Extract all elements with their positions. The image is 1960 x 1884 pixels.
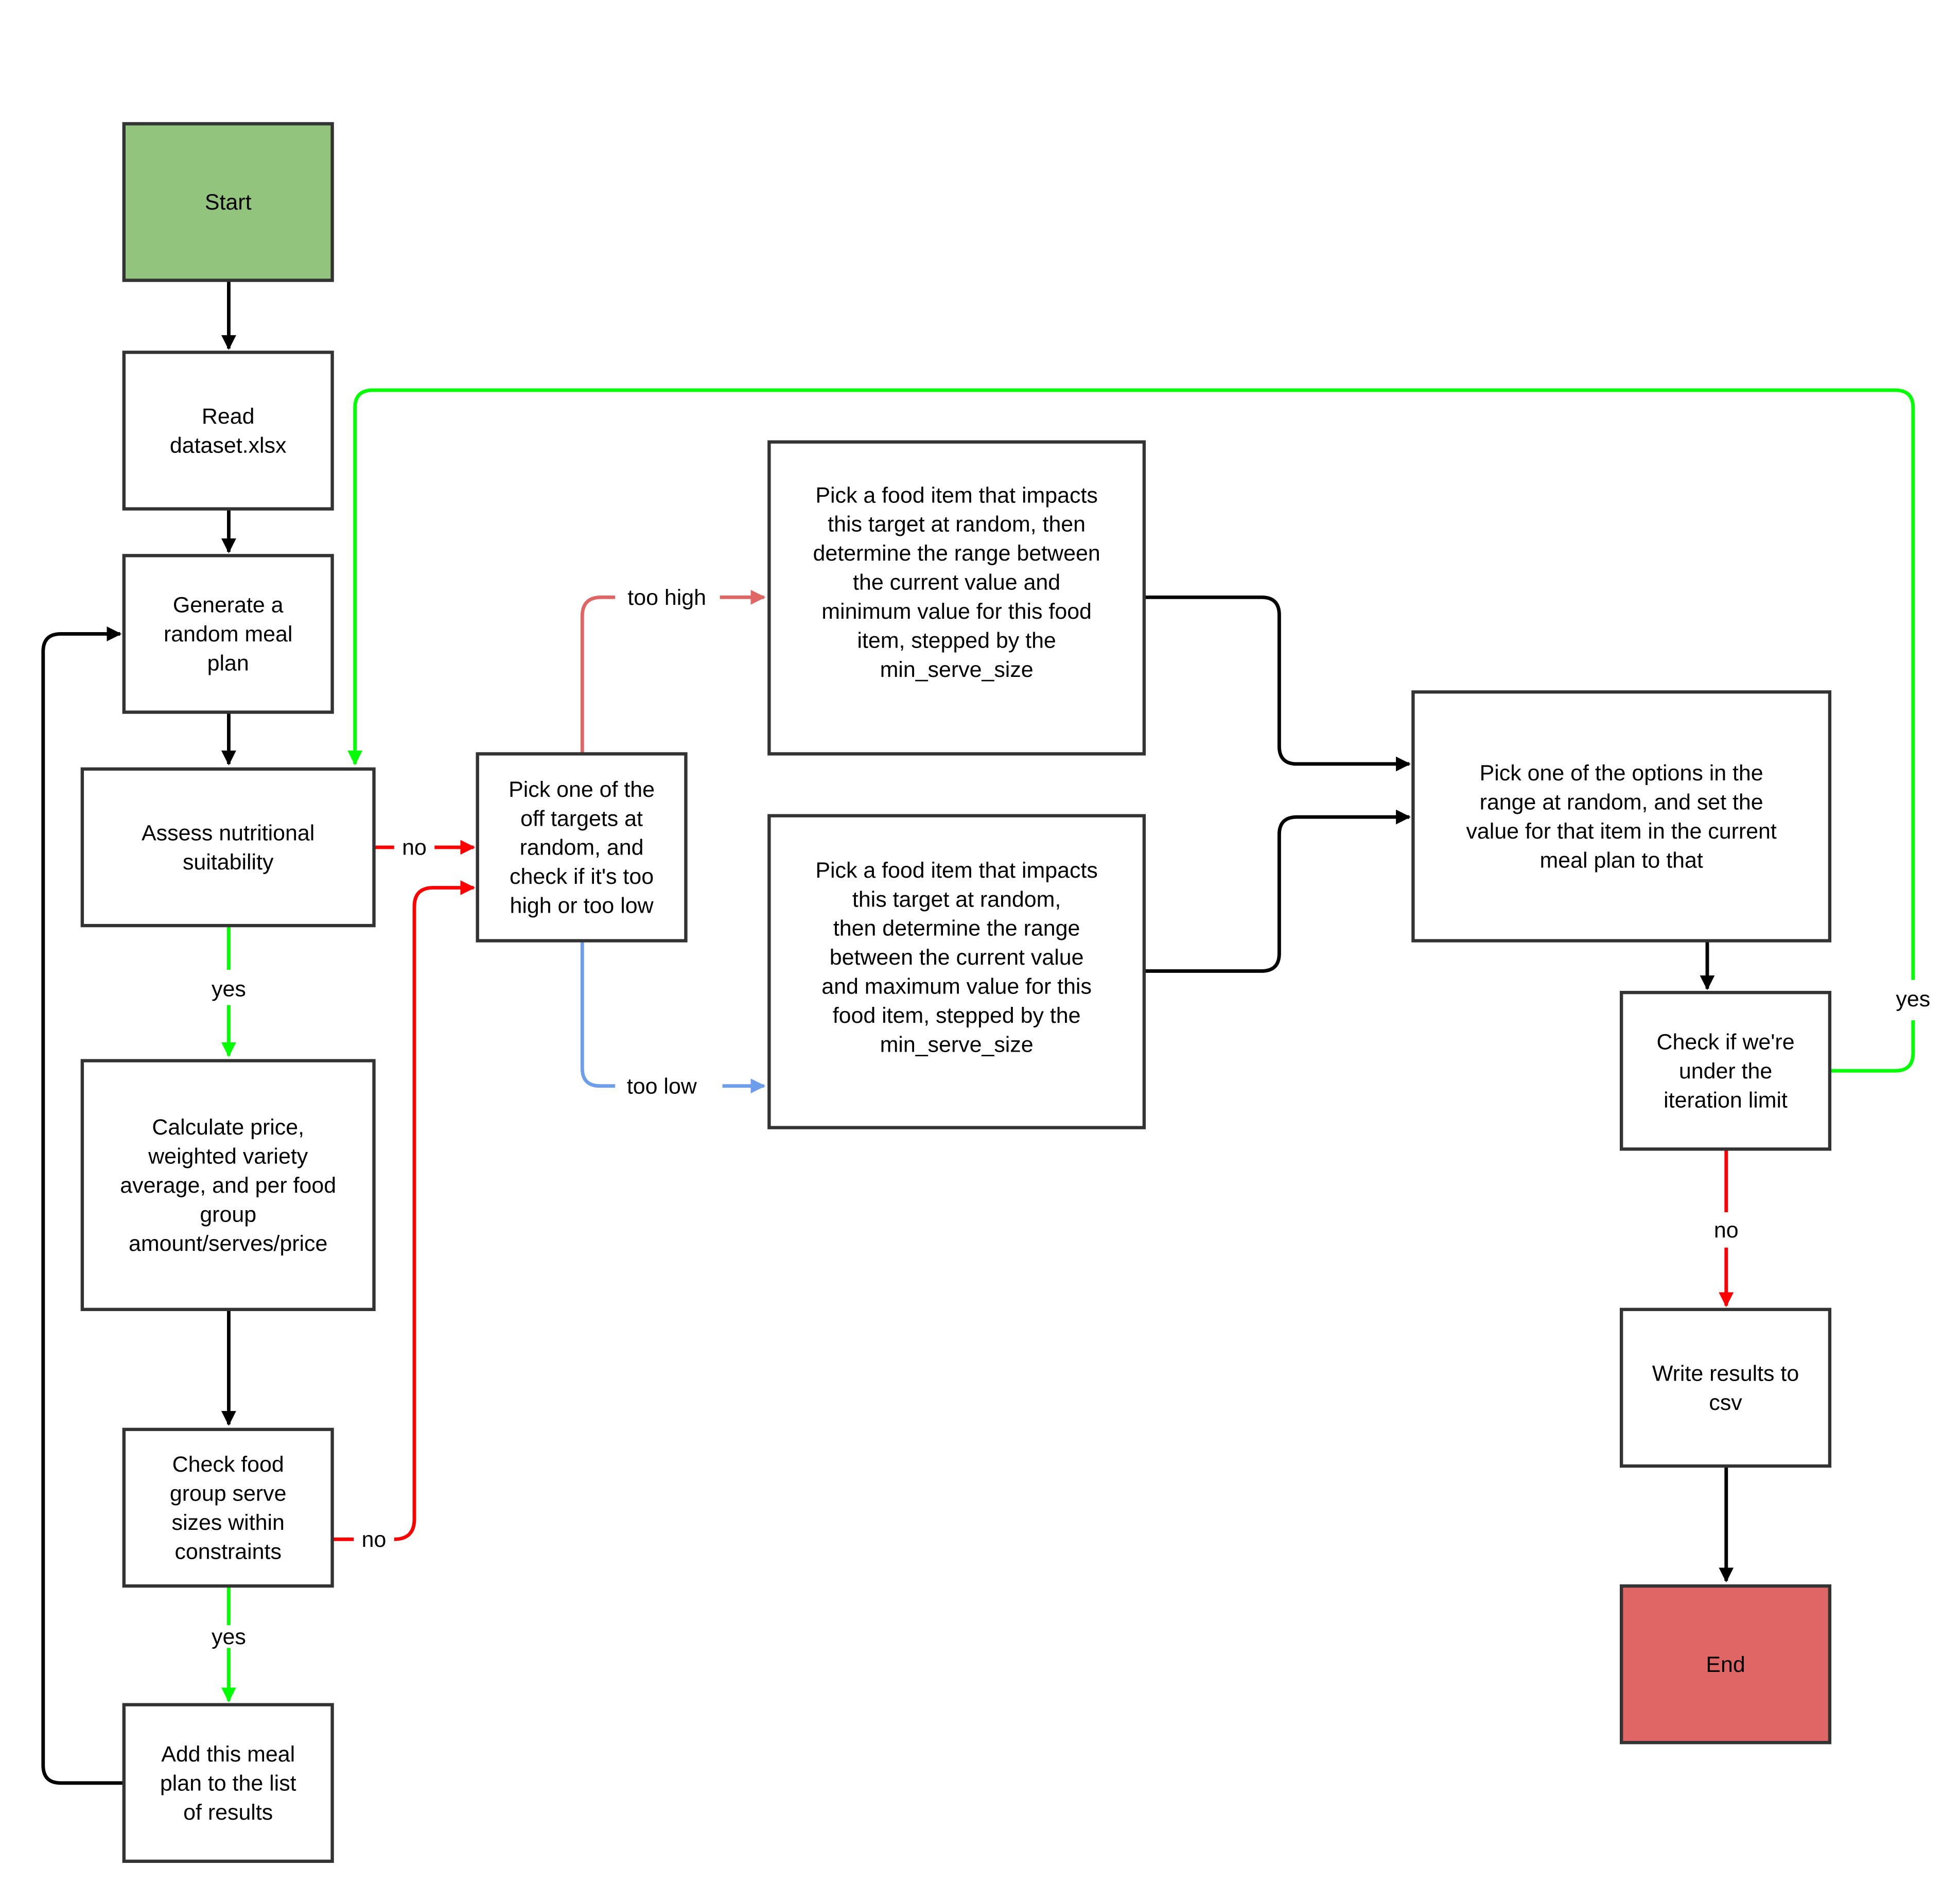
node-text-line: plan to the list — [160, 1771, 296, 1795]
node-text-line: suitability — [183, 850, 274, 875]
edge-pick-low-to-pick-option — [1144, 809, 1411, 973]
node-text-line: Assess nutritional — [142, 821, 314, 846]
node-text-line: Pick one of the — [509, 777, 655, 802]
node-text-line: End — [1706, 1652, 1745, 1677]
node-text-line: meal plan to that — [1540, 848, 1703, 873]
node-text-line: this target at random, then — [828, 512, 1086, 537]
node-pick-target: Pick one of the off targets at random, and… — [476, 752, 688, 943]
node-assess: Assess nutritional suitability — [80, 767, 376, 928]
node-text-line: check if it's too — [510, 864, 654, 889]
node-text-line: Start — [205, 190, 252, 215]
flowchart: yes yes no no too high too low yes no St… — [41, 122, 1930, 1863]
edge-label-check-food-no: no — [362, 1527, 387, 1552]
node-text-line: Pick a food item that impacts — [815, 858, 1097, 883]
node-text-line: csv — [1709, 1390, 1742, 1415]
edge-label-assess-no: no — [402, 835, 427, 860]
node-text-line: Calculate price, — [152, 1115, 304, 1140]
node-text-line: minimum value for this food — [821, 599, 1092, 624]
node-text-line: value for that item in the current — [1466, 819, 1776, 844]
node-text-line: weighted variety — [148, 1144, 308, 1169]
node-text-line: then determine the range — [833, 916, 1080, 941]
node-box — [122, 351, 334, 511]
edge-too-low-segment — [580, 940, 616, 1088]
node-box — [1411, 690, 1832, 943]
node-text-line: plan — [207, 651, 249, 676]
node-calculate: Calculate price, weighted variety average,… — [80, 1059, 376, 1312]
node-text-line: under the — [1679, 1059, 1772, 1084]
node-check-iter: Check if we're under the iteration limit — [1619, 990, 1832, 1151]
node-text-line: item, stepped by the — [857, 628, 1056, 653]
node-text-line: Write results to — [1652, 1361, 1799, 1386]
node-text-line: amount/serves/price — [129, 1231, 327, 1256]
edge-label-too-low: too low — [627, 1074, 697, 1098]
node-text-line: off targets at — [520, 806, 643, 831]
node-text-line: group serve — [170, 1481, 287, 1506]
node-text-line: this target at random, — [852, 887, 1061, 912]
edge-label-check-food-yes: yes — [212, 1625, 246, 1649]
node-text-line: and maximum value for this — [821, 974, 1092, 999]
node-generate: Generate a random meal plan — [122, 554, 334, 714]
edge-check-food-no-arrow — [394, 880, 476, 1541]
node-text-line: Generate a — [173, 593, 284, 618]
node-text-line: average, and per food — [120, 1173, 336, 1198]
node-text-line: Add this meal — [161, 1742, 295, 1767]
node-text-line: random, and — [520, 835, 644, 860]
node-pick-low: Pick a food item that impacts this target… — [767, 814, 1146, 1129]
node-text-line: range at random, and set the — [1480, 790, 1763, 814]
edge-label-iter-yes: yes — [1896, 987, 1930, 1011]
node-text-line: the current value and — [853, 570, 1060, 595]
node-text-line: sizes within — [172, 1510, 285, 1535]
node-text-line: between the current value — [830, 945, 1084, 970]
node-text-line: Check food — [172, 1452, 284, 1477]
node-text-line: iteration limit — [1664, 1088, 1788, 1112]
node-start: Start — [122, 122, 334, 282]
node-text-line: dataset.xlsx — [170, 433, 287, 458]
node-text-line: min_serve_size — [880, 1032, 1034, 1057]
edge-pick-high-to-pick-option — [1144, 595, 1411, 772]
edge-label-too-high: too high — [627, 585, 706, 610]
node-check-food: Check food group serve sizes within constra… — [122, 1427, 334, 1588]
node-box — [80, 767, 376, 928]
node-text-line: random meal — [164, 622, 292, 647]
node-text-line: Pick a food item that impacts — [815, 483, 1097, 508]
node-text-line: of results — [183, 1800, 273, 1825]
node-text-line: Read — [202, 404, 255, 429]
node-text-line: high or too low — [510, 894, 654, 918]
node-add-plan: Add this meal plan to the list of results — [122, 1703, 334, 1863]
node-text-line: constraints — [174, 1539, 281, 1564]
node-read: Read dataset.xlsx — [122, 351, 334, 511]
edge-label-iter-no: no — [1714, 1218, 1739, 1243]
node-text-line: group — [200, 1202, 256, 1227]
node-text-line: determine the range between — [813, 541, 1100, 566]
edge-iter-yes-lower — [1829, 1020, 1915, 1073]
node-write-csv: Write results to csv — [1619, 1307, 1832, 1468]
edge-too-high-segment — [580, 595, 616, 753]
node-text-line: Check if we're — [1656, 1030, 1794, 1055]
node-pick-option: Pick one of the options in the range at r… — [1411, 690, 1832, 943]
node-pick-high: Pick a food item that impacts this target… — [767, 440, 1146, 756]
edge-label-assess-yes: yes — [212, 976, 246, 1001]
node-text-line: min_serve_size — [880, 657, 1034, 682]
node-end: End — [1619, 1584, 1832, 1745]
node-text-line: Pick one of the options in the — [1480, 761, 1763, 786]
node-box — [1619, 1307, 1832, 1468]
node-text-line: food item, stepped by the — [833, 1003, 1081, 1028]
